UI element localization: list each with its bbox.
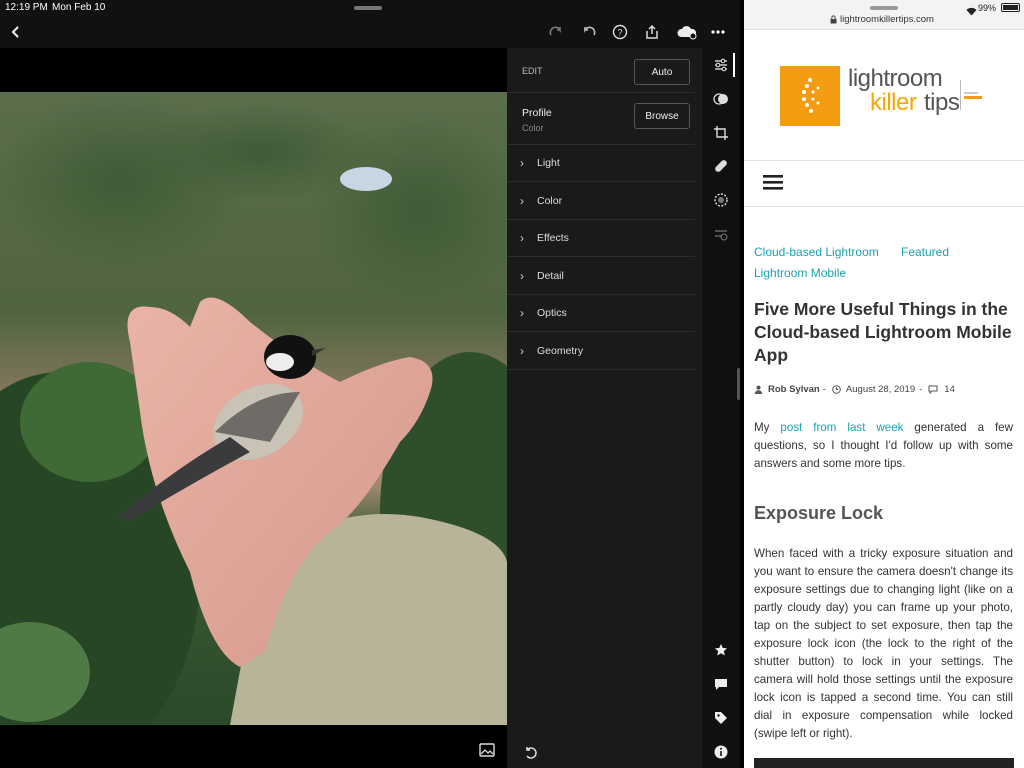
category-link[interactable]: Lightroom Mobile [754,266,846,280]
chevron-right-icon: › [520,269,524,283]
back-icon[interactable] [6,22,26,42]
post-link[interactable]: post from last week [780,421,903,434]
active-tool-indicator [733,53,735,77]
logo-divider [960,80,961,110]
chevron-right-icon: › [520,344,524,358]
safari-browser: lightroomkillertips.com 99% lightroom ki… [744,0,1024,768]
section-geometry[interactable]: › Geometry [507,333,695,370]
address-bar[interactable]: lightroomkillertips.com [830,14,934,25]
healing-brush-icon[interactable] [710,155,732,177]
section-label: Color [537,195,563,207]
chevron-right-icon: › [520,194,524,208]
app-grabber[interactable] [870,6,898,10]
tag-icon[interactable] [710,707,732,729]
edit-label: EDIT [522,66,543,76]
section-label: Light [537,157,560,169]
app-grabber[interactable] [354,6,382,10]
article-title: Five More Useful Things in the Cloud-bas… [754,299,1012,365]
post-date: August 28, 2019 [845,383,916,395]
presets-icon[interactable] [710,88,732,110]
browse-button[interactable]: Browse [634,103,690,129]
article-meta: Rob Sylvan - August 28, 2019 - 14 [754,382,1016,396]
chevron-right-icon: › [520,156,524,170]
reset-icon[interactable] [523,745,539,761]
intro-text-pre: My [754,421,770,434]
chevron-right-icon: › [520,306,524,320]
lock-icon [830,15,837,24]
section-effects[interactable]: › Effects [507,220,695,257]
cloud-sync-icon[interactable] [675,22,699,42]
category-link[interactable]: Featured [901,245,949,259]
auto-button[interactable]: Auto [634,59,690,85]
profile-label: Profile [522,107,552,119]
section-detail[interactable]: › Detail [507,258,695,295]
wifi-icon [966,3,977,16]
section-heading: Exposure Lock [754,503,884,523]
section-label: Detail [537,270,564,282]
logo-text-tips: tips [924,89,960,116]
profile-value: Color [522,123,544,133]
comment-icon[interactable] [710,673,732,695]
info-icon[interactable] [710,741,732,763]
star-icon[interactable] [710,639,732,661]
share-icon[interactable] [642,22,662,42]
category-link[interactable]: Cloud-based Lightroom [754,245,879,259]
battery-percent: 99% [978,3,997,13]
help-icon[interactable]: ? [610,22,630,42]
section-label: Geometry [537,345,584,357]
sliders-icon[interactable] [710,54,732,76]
url-text: lightroomkillertips.com [840,14,934,25]
filmstrip-icon[interactable] [478,742,496,758]
divider [744,160,1024,161]
split-handle[interactable] [737,368,740,400]
split-view-screen: 12:19 PM Mon Feb 10 ? EDIT Auto Profile … [0,0,1024,768]
undo-icon[interactable] [579,22,599,42]
crop-icon[interactable] [710,122,732,144]
status-time: 12:19 PM [5,2,48,13]
tool-strip [702,48,740,768]
site-logo-mark[interactable] [780,66,840,126]
more-icon[interactable] [708,22,728,42]
redo-icon[interactable] [546,22,566,42]
logo-text-killer: killer [870,89,917,116]
divider [744,206,1024,207]
section-light[interactable]: › Light [507,145,695,182]
selective-icon[interactable] [710,189,732,211]
chevron-right-icon: › [520,231,524,245]
partner-logo [964,88,984,99]
status-date: Mon Feb 10 [52,2,106,13]
section-label: Optics [537,307,567,319]
section-optics[interactable]: › Optics [507,295,695,332]
comment-count[interactable]: 14 [944,384,955,395]
section-color[interactable]: › Color [507,183,695,220]
body-paragraph: When faced with a tricky exposure situat… [754,547,1013,740]
battery-icon [1001,3,1020,12]
lightroom-app: 12:19 PM Mon Feb 10 ? EDIT Auto Profile … [0,0,740,768]
comments-icon [928,385,938,394]
section-label: Effects [537,232,569,244]
embedded-image-top [754,758,1014,768]
versions-icon[interactable] [710,223,732,245]
divider [507,92,695,93]
user-icon [754,385,763,394]
browser-top-bar: lightroomkillertips.com 99% [744,0,1024,30]
author-link[interactable]: Rob Sylvan [768,384,820,395]
svg-text:?: ? [617,28,622,38]
clock-icon [832,384,841,394]
intro-paragraph: My post from last week generated a few q… [754,419,1013,473]
hamburger-menu-icon[interactable] [762,173,784,191]
photo-chickadee-on-hand[interactable] [0,92,507,725]
edit-panel: EDIT Auto Profile Color Browse › Light ›… [507,48,702,768]
